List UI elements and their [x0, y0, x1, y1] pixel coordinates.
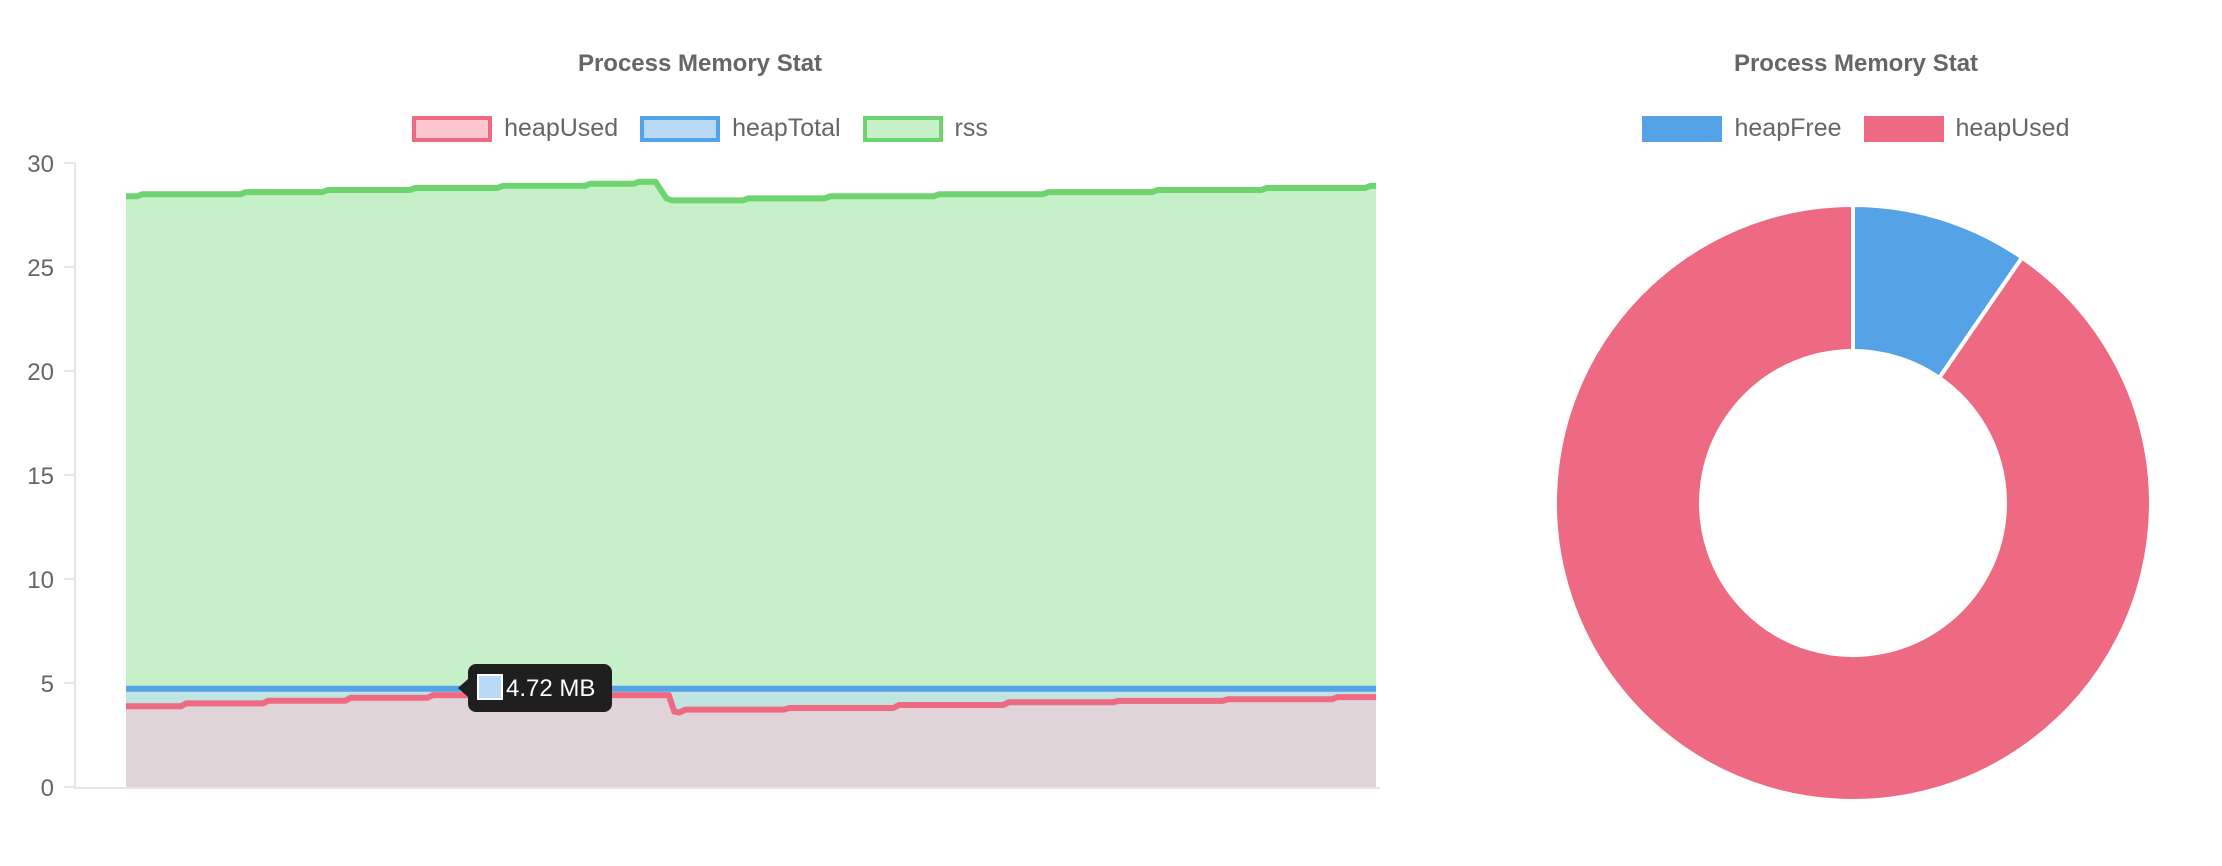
- y-tick-label: 0: [41, 775, 54, 802]
- y-tick-label: 10: [27, 567, 54, 594]
- y-tick-label: 5: [41, 671, 54, 698]
- y-tick-label: 25: [27, 255, 54, 282]
- donut-plot: [1553, 202, 2153, 803]
- series-areas: [126, 181, 1376, 787]
- tooltip-swatch: [477, 674, 503, 700]
- tooltip-text: 4.72 MB: [506, 675, 595, 702]
- memory-line-chart: Process Memory Stat heapUsed heapTotal r…: [0, 0, 1400, 866]
- y-tick-label: 20: [27, 359, 54, 386]
- donut-slice-heapused[interactable]: [1553, 202, 2153, 803]
- y-tick-label: 15: [27, 463, 54, 490]
- y-tick-label: 30: [27, 151, 54, 178]
- line-chart-plot: 0 5 10 15 20 25 30 4.72 MB: [27, 151, 1380, 802]
- memory-donut-chart: Process Memory Stat heapFree heapUsed: [1490, 0, 2222, 866]
- hover-tooltip: 4.72 MB: [458, 664, 612, 712]
